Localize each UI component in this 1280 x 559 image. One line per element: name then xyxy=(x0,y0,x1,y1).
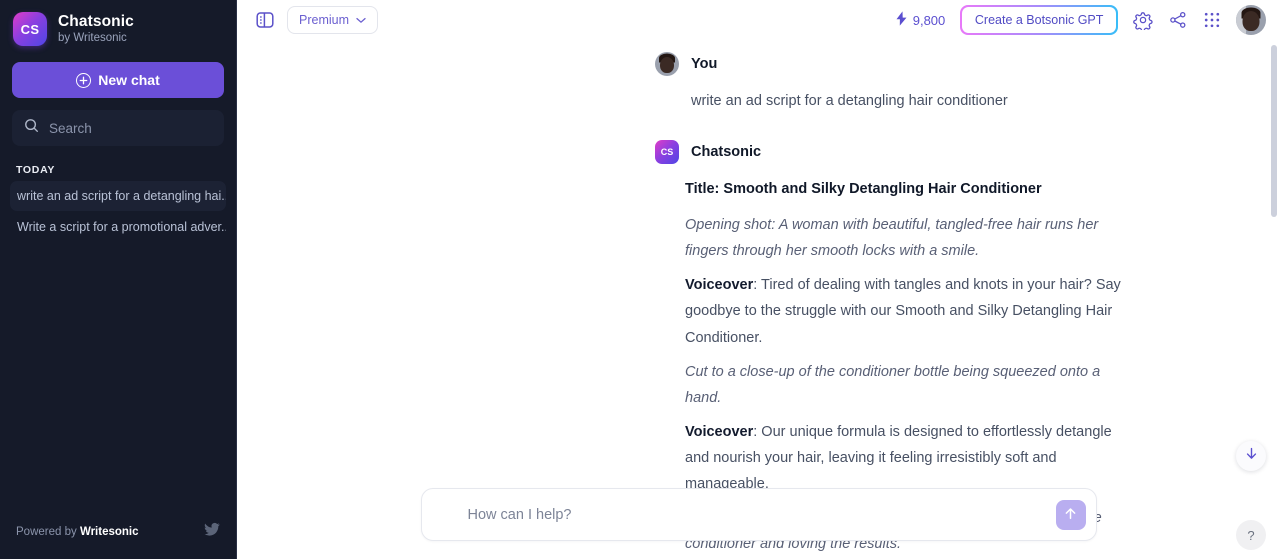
plus-circle-icon xyxy=(76,72,92,88)
powered-brand: Writesonic xyxy=(79,526,139,538)
message-user: You write an ad script for a detangling … xyxy=(237,52,1280,114)
apps-grid-icon[interactable] xyxy=(1203,11,1221,29)
chat-scroll-area[interactable]: You write an ad script for a detangling … xyxy=(237,40,1280,559)
message-assistant-header: CS Chatsonic xyxy=(655,140,1130,165)
assistant-paragraph-4: Voiceover: Our unique formula is designe… xyxy=(685,423,1112,493)
help-label: ? xyxy=(1247,527,1255,543)
assistant-paragraph-0: Title: Smooth and Silky Detangling Hair … xyxy=(685,181,1042,198)
app-subtitle: by Writesonic xyxy=(58,31,127,44)
search-placeholder: Search xyxy=(49,120,92,136)
assistant-message-author: Chatsonic xyxy=(691,144,762,161)
powered-prefix: Powered by xyxy=(16,526,80,538)
plan-label: Premium xyxy=(299,13,350,27)
avatar-face xyxy=(1242,10,1260,31)
sidebar-footer: Powered by Writesonic xyxy=(0,513,236,559)
assistant-paragraph-1: Opening shot: A woman with beautiful, ta… xyxy=(685,217,1099,260)
topbar: Premium 9,800 Create a Botsonic GPT xyxy=(237,0,1280,40)
chat-history-list: write an ad script for a detangling hai.… xyxy=(0,181,236,242)
new-chat-button[interactable]: New chat xyxy=(12,62,224,98)
chevron-down-icon xyxy=(356,13,366,27)
arrow-down-icon xyxy=(1244,446,1259,466)
conversation: You write an ad script for a detangling … xyxy=(237,40,1280,559)
composer[interactable] xyxy=(420,488,1097,541)
powered-by-text: Powered by Writesonic xyxy=(16,526,139,538)
topbar-actions: 9,800 Create a Botsonic GPT xyxy=(895,5,1266,35)
brand-header: CS Chatsonic by Writesonic xyxy=(0,0,236,48)
assistant-message-avatar: CS xyxy=(655,140,679,165)
create-botsonic-gpt-label: Create a Botsonic GPT xyxy=(961,6,1117,34)
send-button[interactable] xyxy=(1055,499,1086,530)
plan-selector[interactable]: Premium xyxy=(287,6,379,34)
chatsonic-app: CS Chatsonic by Writesonic New chat Sear… xyxy=(0,0,1280,559)
assistant-paragraph-3: Cut to a close-up of the conditioner bot… xyxy=(685,363,1101,406)
credits-indicator[interactable]: 9,800 xyxy=(895,11,946,29)
sidebar: CS Chatsonic by Writesonic New chat Sear… xyxy=(0,0,237,559)
app-title: Chatsonic xyxy=(58,12,134,30)
create-botsonic-gpt-button[interactable]: Create a Botsonic GPT xyxy=(960,5,1118,35)
arrow-up-icon xyxy=(1063,506,1078,524)
chat-input[interactable] xyxy=(467,489,1056,540)
user-message-author: You xyxy=(691,56,718,72)
twitter-icon[interactable] xyxy=(204,522,220,542)
user-message-text: write an ad script for a detangling hair… xyxy=(691,93,1008,109)
scroll-to-bottom-button[interactable] xyxy=(1236,441,1266,471)
avatar-face xyxy=(660,57,674,74)
assistant-paragraph-2: Voiceover: Tired of dealing with tangles… xyxy=(685,277,1121,346)
history-section-label: TODAY xyxy=(16,164,56,176)
gear-icon[interactable] xyxy=(1133,10,1153,30)
scrollbar-thumb[interactable] xyxy=(1271,45,1277,217)
history-item-1[interactable]: Write a script for a promotional adver..… xyxy=(10,212,226,242)
main-panel: Premium 9,800 Create a Botsonic GPT You … xyxy=(237,0,1280,559)
credits-value: 9,800 xyxy=(912,12,946,28)
search-icon xyxy=(24,118,39,138)
assistant-avatar-text: CS xyxy=(660,147,674,158)
lightning-bolt-icon xyxy=(895,11,908,29)
user-message-avatar xyxy=(655,52,679,76)
sidebar-toggle-icon[interactable] xyxy=(255,10,275,30)
user-avatar[interactable] xyxy=(1236,5,1266,35)
logo-text: CS xyxy=(20,21,40,37)
help-button[interactable]: ? xyxy=(1236,520,1266,550)
history-item-0[interactable]: write an ad script for a detangling hai.… xyxy=(10,181,226,211)
paragraph-label: Voiceover xyxy=(685,423,754,440)
chatsonic-logo-icon: CS xyxy=(13,12,47,46)
message-user-header: You xyxy=(655,52,1130,76)
paragraph-label: Voiceover xyxy=(685,277,754,294)
scrollbar-track[interactable] xyxy=(1270,40,1278,559)
search-input[interactable]: Search xyxy=(12,110,224,146)
share-icon[interactable] xyxy=(1168,10,1188,30)
new-chat-label: New chat xyxy=(98,72,160,88)
